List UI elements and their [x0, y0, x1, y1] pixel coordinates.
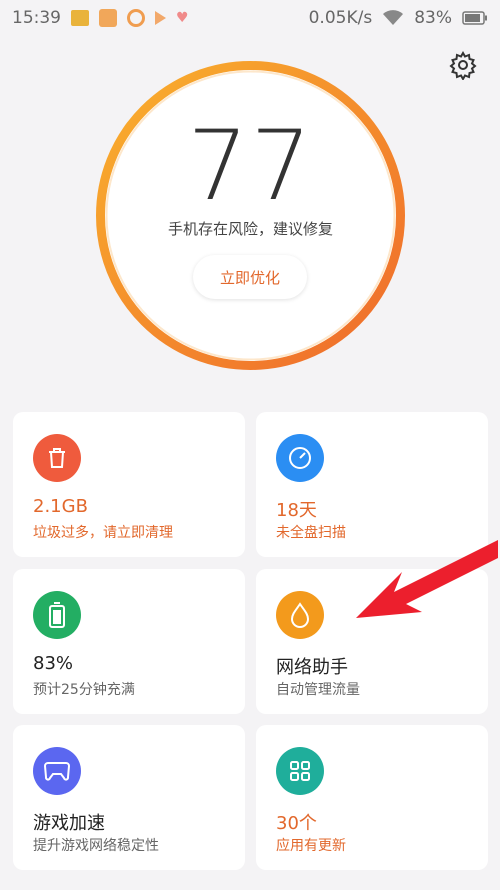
card-subtitle: 自动管理流量 — [276, 682, 360, 698]
card-title: 游戏加速 — [33, 813, 105, 834]
notification-icon — [99, 9, 117, 27]
card-subtitle: 应用有更新 — [276, 838, 346, 854]
card-subtitle: 未全盘扫描 — [276, 525, 346, 541]
battery-icon — [462, 11, 488, 25]
card-title: 30个 — [276, 813, 317, 834]
card-subtitle: 提升游戏网络稳定性 — [33, 838, 159, 854]
settings-button[interactable] — [448, 50, 478, 82]
apps-grid-icon — [276, 747, 324, 795]
risk-message: 手机存在风险，建议修复 — [167, 220, 333, 238]
battery-card[interactable]: 83% 预计25分钟充满 — [13, 569, 245, 714]
game-boost-card[interactable]: 游戏加速 提升游戏网络稳定性 — [13, 725, 245, 870]
gamepad-icon — [33, 747, 81, 795]
card-subtitle: 预计25分钟充满 — [33, 682, 135, 698]
trash-icon — [33, 434, 81, 482]
optimize-now-button[interactable]: 立即优化 — [193, 255, 307, 299]
annotation-arrow-icon — [356, 540, 498, 618]
wifi-icon — [382, 9, 404, 27]
notification-icon — [127, 9, 145, 27]
status-bar: 15:39 ♥ 0.05K/s 83% — [0, 0, 500, 36]
gear-icon — [449, 50, 477, 82]
card-subtitle: 垃圾过多，请立即清理 — [33, 525, 173, 541]
cleaner-card[interactable]: 2.1GB 垃圾过多，请立即清理 — [13, 412, 245, 557]
security-score-ring: 77 手机存在风险，建议修复 立即优化 — [93, 58, 408, 373]
drop-icon — [276, 591, 324, 639]
clock: 15:39 — [12, 8, 61, 28]
net-speed: 0.05K/s — [308, 8, 373, 28]
security-score: 77 — [187, 110, 314, 222]
notification-icon — [71, 10, 89, 26]
card-title: 网络助手 — [276, 657, 348, 678]
battery-percent: 83% — [414, 8, 452, 28]
card-title: 83% — [33, 653, 74, 674]
card-title: 2.1GB — [33, 496, 88, 517]
card-title: 18天 — [276, 500, 317, 521]
play-icon — [155, 11, 166, 25]
heart-icon: ♥ — [176, 10, 189, 26]
battery-icon — [33, 591, 81, 639]
scan-icon — [276, 434, 324, 482]
app-updates-card[interactable]: 30个 应用有更新 — [256, 725, 488, 870]
